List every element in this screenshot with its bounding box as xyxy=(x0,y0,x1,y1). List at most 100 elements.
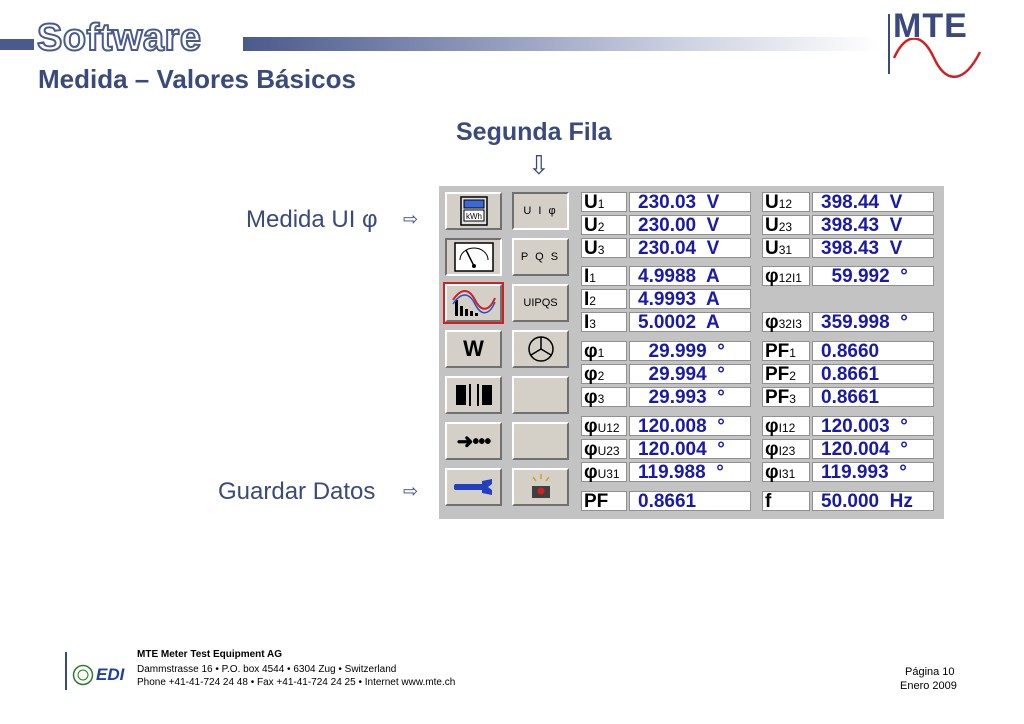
left-symbol-main: U xyxy=(584,192,598,213)
right-value: 120.003 ° xyxy=(821,416,908,437)
right-value: 0.8661 xyxy=(821,364,880,385)
uipqs-button[interactable]: UIPQS xyxy=(512,284,569,322)
right-value: 0.8660 xyxy=(821,341,880,362)
left-value-cell: 4.9993 A xyxy=(629,289,751,309)
company-contact: Phone +41-41-724 24 48 • Fax +41-41-724 … xyxy=(137,677,456,688)
footer-divider xyxy=(65,652,67,690)
right-symbol: U31 xyxy=(763,239,809,260)
left-value: 29.999 ° xyxy=(638,341,725,362)
left-symbol-main: φ xyxy=(584,341,598,362)
watt-button[interactable]: W xyxy=(445,330,502,368)
left-value: 230.03 V xyxy=(638,192,720,213)
left-value: 230.04 V xyxy=(638,238,720,259)
right-symbol-cell: φI23 xyxy=(762,439,810,459)
left-symbol-cell: I1 xyxy=(581,266,627,286)
right-value: 59.992 ° xyxy=(821,266,908,287)
left-symbol-subscript: 3 xyxy=(589,317,596,331)
right-symbol-cell: PF2 xyxy=(762,364,810,384)
right-symbol: φ12I1 xyxy=(763,267,809,288)
left-value: 120.008 ° xyxy=(638,416,725,437)
right-symbol-subscript: 32I3 xyxy=(778,317,802,331)
right-value: 398.44 V xyxy=(821,192,903,213)
left-symbol-subscript: 3 xyxy=(597,243,605,257)
left-value: 230.00 V xyxy=(638,215,720,236)
wrench-icon xyxy=(453,479,492,495)
left-value: 4.9993 A xyxy=(638,289,720,310)
settings-button[interactable] xyxy=(445,468,502,506)
phasor-star-icon xyxy=(527,336,554,362)
left-value-cell: 230.04 V xyxy=(629,238,751,258)
left-value: 0.8661 xyxy=(638,491,697,512)
slide-title: Software xyxy=(36,16,202,60)
left-symbol: φU31 xyxy=(582,463,626,484)
left-symbol-main: U xyxy=(584,215,598,236)
left-symbol-cell: φU12 xyxy=(581,416,627,436)
pqs-button[interactable]: P Q S xyxy=(512,238,569,276)
right-value-cell: 59.992 ° xyxy=(812,266,934,286)
record-button[interactable] xyxy=(512,468,569,506)
right-symbol-main: φ xyxy=(765,462,779,483)
transformer-button[interactable] xyxy=(445,376,502,414)
energy-meter-button[interactable]: kWh xyxy=(445,192,502,230)
right-symbol-subscript: I12 xyxy=(778,421,796,435)
left-symbol: I2 xyxy=(582,290,626,311)
left-value-cell: 4.9988 A xyxy=(629,266,751,286)
edi-logo: EDI xyxy=(96,665,125,684)
next-button[interactable]: ➜••• xyxy=(445,422,502,460)
right-value-cell: 0.8661 xyxy=(812,387,934,407)
right-symbol-main: f xyxy=(765,491,772,512)
empty-button-1[interactable] xyxy=(512,376,569,414)
left-symbol-main: φ xyxy=(584,364,598,385)
right-value-cell: 0.8660 xyxy=(812,341,934,361)
left-value: 29.994 ° xyxy=(638,364,725,385)
logo-divider xyxy=(888,14,890,74)
right-symbol-cell: φI31 xyxy=(762,462,810,482)
empty-button-2[interactable] xyxy=(512,422,569,460)
left-symbol: φU12 xyxy=(582,417,626,438)
left-symbol-cell: U3 xyxy=(581,238,627,258)
left-symbol: U1 xyxy=(582,193,626,214)
left-symbol-main: U xyxy=(584,238,598,259)
right-value: 398.43 V xyxy=(821,215,903,236)
left-symbol-cell: I2 xyxy=(581,289,627,309)
right-value-cell: 0.8661 xyxy=(812,364,934,384)
right-symbol-subscript: 2 xyxy=(789,369,796,383)
right-symbol-main: U xyxy=(765,238,779,259)
arrow-more-icon: ➜••• xyxy=(456,430,492,453)
title-bar-gradient xyxy=(243,37,880,51)
right-value-cell: 398.43 V xyxy=(812,238,934,258)
left-value: 120.004 ° xyxy=(638,439,725,460)
right-symbol-main: φ xyxy=(765,439,779,460)
right-symbol-subscript: 12 xyxy=(778,197,793,211)
right-value: 120.004 ° xyxy=(821,439,908,460)
slide-subtitle: Medida – Valores Básicos xyxy=(38,64,356,94)
right-symbol-main: PF xyxy=(765,364,790,385)
left-symbol-cell: φU31 xyxy=(581,462,627,482)
ui-phi-button[interactable]: U I φ xyxy=(512,192,569,230)
kwh-meter-icon: kWh xyxy=(459,196,488,226)
harmonics-button[interactable] xyxy=(443,282,504,324)
analog-meter-button[interactable] xyxy=(445,238,502,276)
right-symbol: U12 xyxy=(763,193,809,214)
left-symbol-cell: φ1 xyxy=(581,341,627,361)
right-symbol-main: U xyxy=(765,215,779,236)
arrow-down-icon: ⇩ xyxy=(528,150,550,180)
right-symbol-main: φ xyxy=(765,266,779,287)
left-symbol: φ3 xyxy=(582,388,626,409)
left-symbol-main: PF xyxy=(584,491,609,512)
left-symbol-main: φ xyxy=(584,387,598,408)
right-symbol-subscript: 23 xyxy=(778,220,793,234)
left-value: 29.993 ° xyxy=(638,387,725,408)
right-value: 359.998 ° xyxy=(821,312,908,333)
left-symbol: φ1 xyxy=(582,342,626,363)
right-symbol-cell: f xyxy=(762,491,810,511)
left-symbol-subscript: U12 xyxy=(597,421,620,435)
phasor-button[interactable] xyxy=(512,330,569,368)
left-symbol-subscript: U23 xyxy=(597,444,620,458)
left-value: 4.9988 A xyxy=(638,266,720,287)
right-value-cell: 398.44 V xyxy=(812,192,934,212)
segunda-fila-label: Segunda Fila xyxy=(456,118,612,146)
left-value-cell: 119.988 ° xyxy=(629,462,751,482)
right-symbol-main: U xyxy=(765,192,779,213)
left-value-cell: 29.994 ° xyxy=(629,364,751,384)
